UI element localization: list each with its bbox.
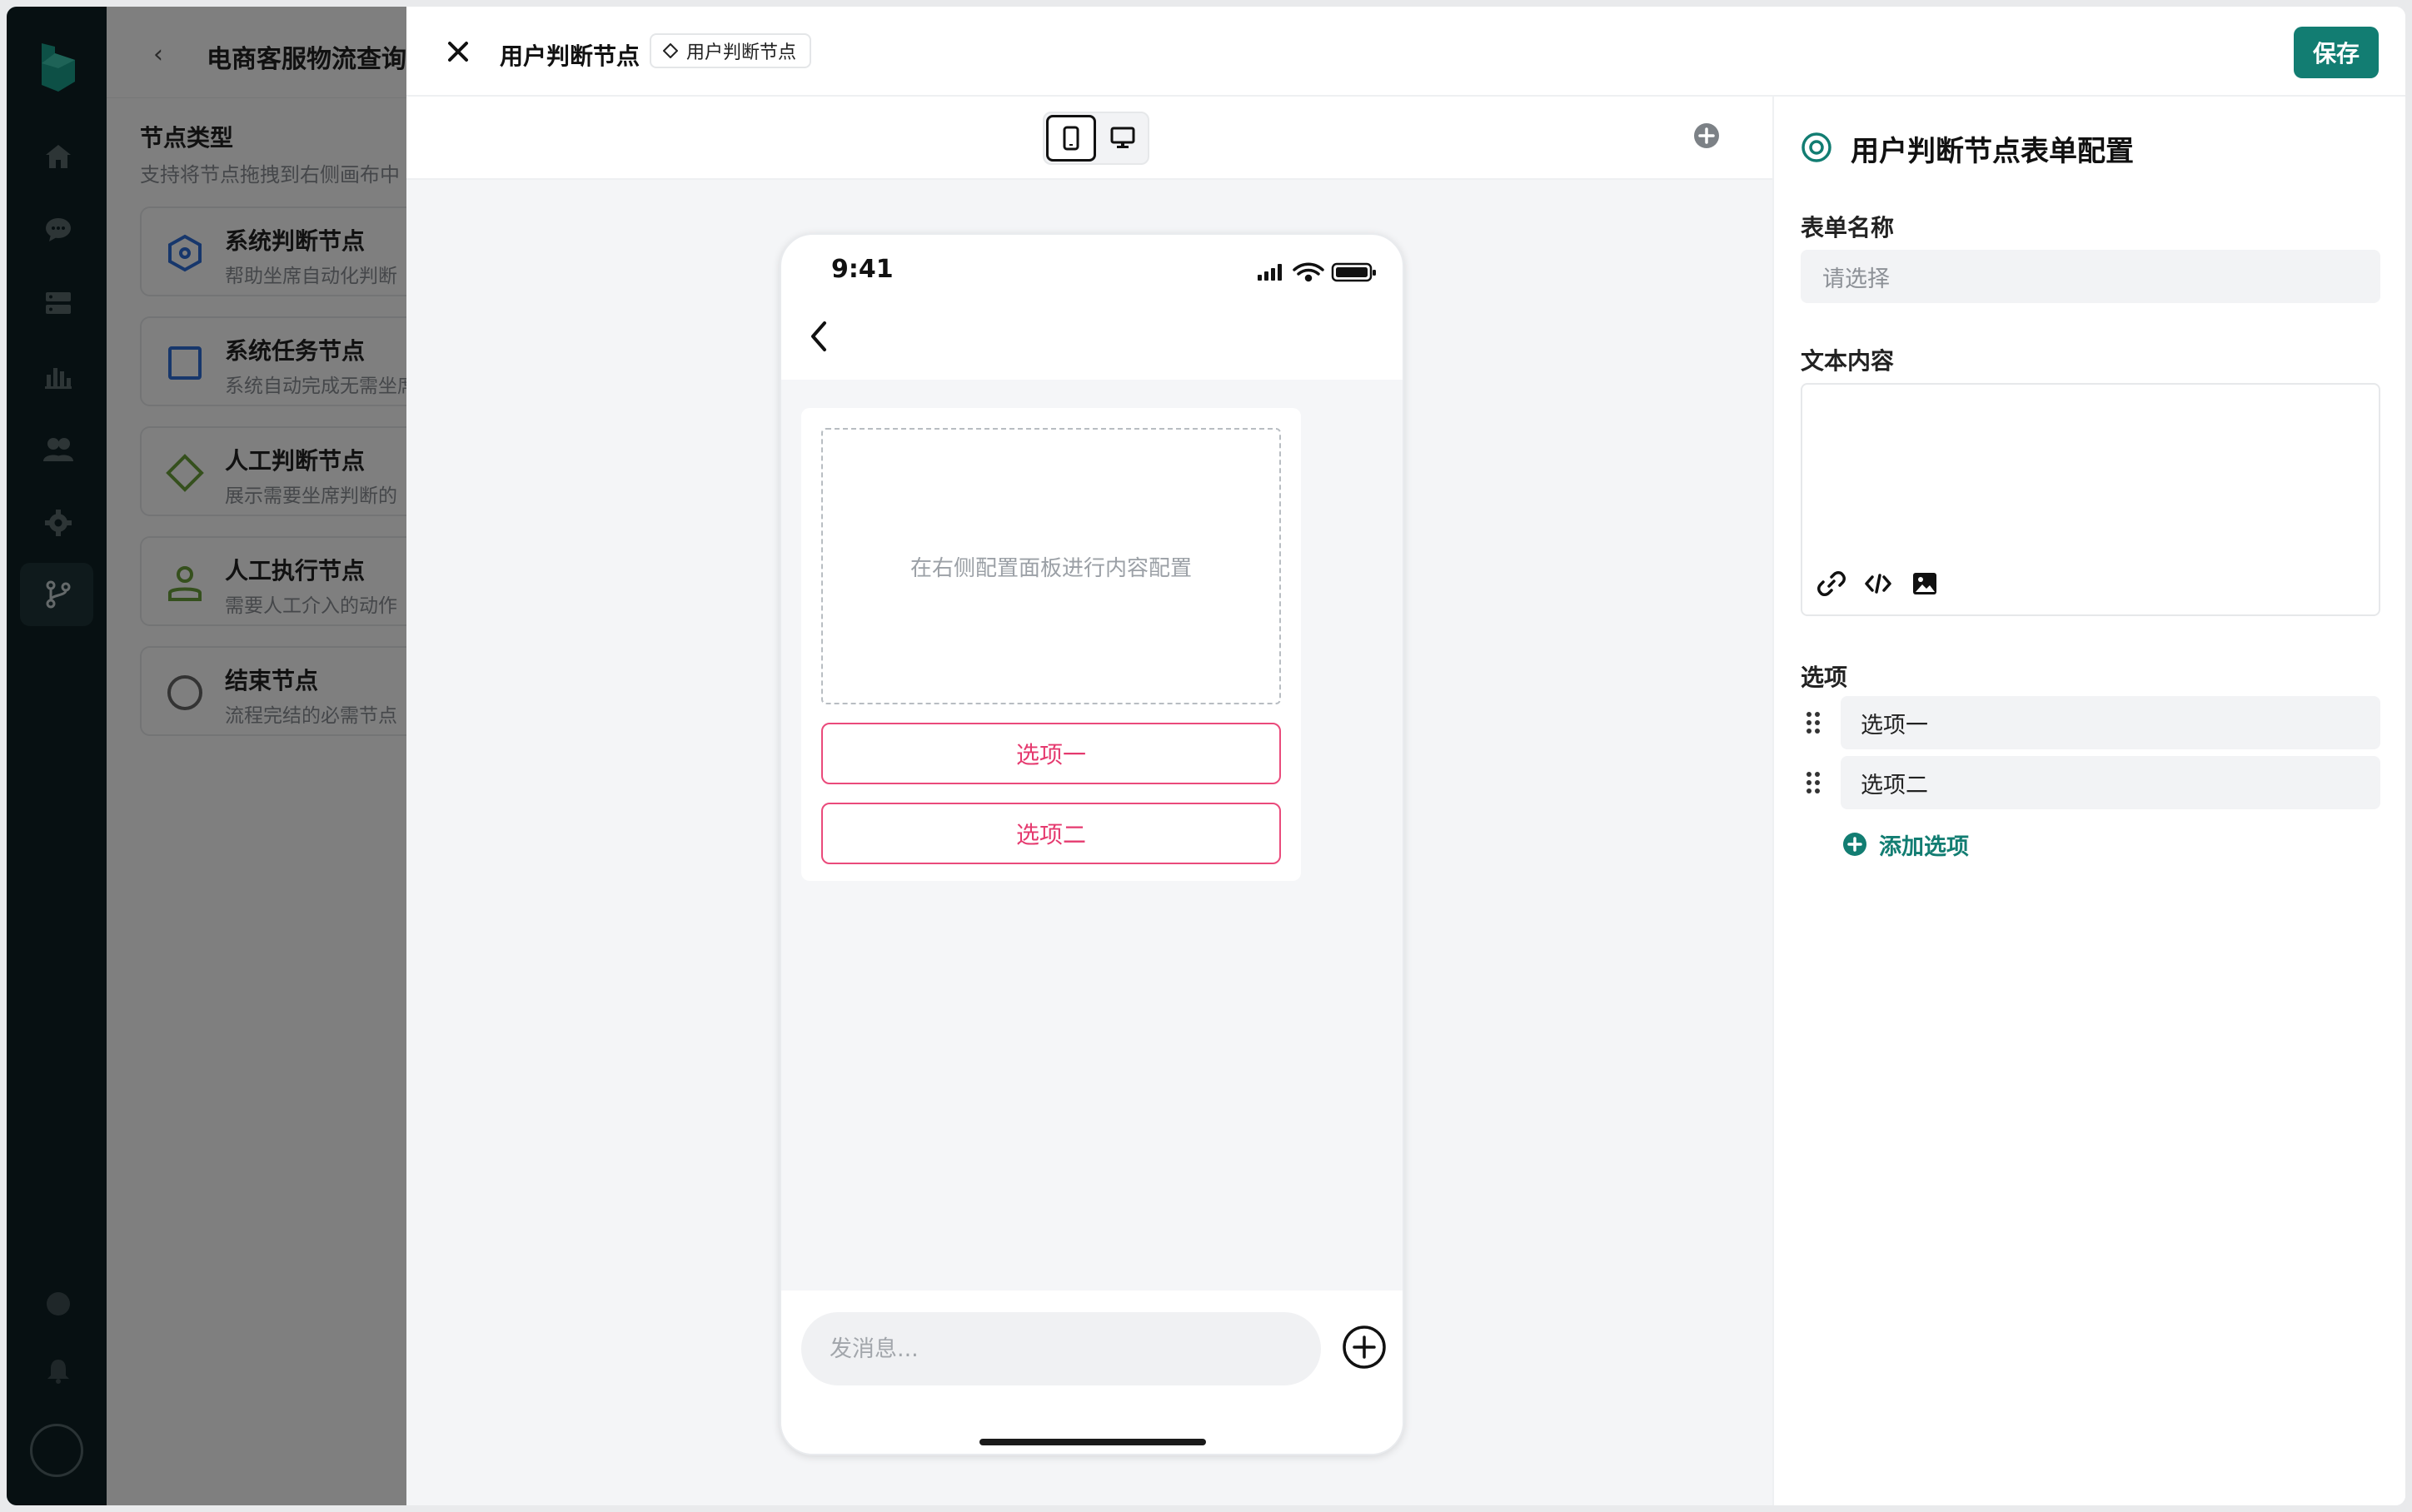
code-icon[interactable] xyxy=(1864,569,1892,598)
option-input-2[interactable] xyxy=(1841,756,2380,809)
phone-preview: 9:41 在右侧配置面板进行内容配置 选项一 选项二 xyxy=(780,233,1404,1455)
phone-back-chevron-icon[interactable] xyxy=(806,318,831,355)
close-icon[interactable] xyxy=(443,37,473,67)
options-label: 选项 xyxy=(1801,664,1848,691)
signal-icon xyxy=(1258,264,1282,281)
plus-circle-icon[interactable] xyxy=(1341,1324,1388,1370)
home-indicator xyxy=(979,1439,1206,1445)
target-circle-icon xyxy=(1802,132,1831,162)
node-type-tag-label: 用户判断节点 xyxy=(686,42,797,63)
image-icon[interactable] xyxy=(1911,569,1939,598)
battery-icon xyxy=(1331,262,1376,282)
option-button-1[interactable]: 选项一 xyxy=(821,723,1281,784)
option-input-1[interactable] xyxy=(1841,696,2380,749)
config-title: 用户判断节点表单配置 xyxy=(1851,135,2134,168)
device-toggle xyxy=(1043,112,1149,165)
form-name-select[interactable]: 请选择 xyxy=(1801,250,2380,303)
drag-handle-icon[interactable] xyxy=(1806,771,1821,794)
text-content-editor[interactable] xyxy=(1801,383,2380,616)
wifi-icon xyxy=(1293,262,1324,282)
add-option-button[interactable]: 添加选项 xyxy=(1842,828,1969,861)
app-window: ‹ 电商客服物流查询 SOP 节点类型 支持将节点拖拽到右侧画布中 系统判断节点… xyxy=(7,7,2405,1505)
modal-overlay[interactable] xyxy=(7,7,406,1505)
content-placeholder: 在右侧配置面板进行内容配置 xyxy=(821,428,1281,704)
preview-toolbar xyxy=(406,97,1772,180)
preview-canvas: 9:41 在右侧配置面板进行内容配置 选项一 选项二 xyxy=(406,97,1772,1505)
config-panel: 用户判断节点表单配置 表单名称 请选择 文本内容 选项 添加选项 xyxy=(1772,97,2405,1505)
drag-handle-icon[interactable] xyxy=(1806,711,1821,734)
mobile-view-button[interactable] xyxy=(1046,115,1096,162)
drawer-header: 用户判断节点 用户判断节点 保存 xyxy=(406,7,2405,97)
option-row xyxy=(1801,696,2380,749)
message-card: 在右侧配置面板进行内容配置 选项一 选项二 xyxy=(801,408,1301,881)
desktop-monitor-icon xyxy=(1110,127,1135,148)
drawer-title: 用户判断节点 xyxy=(500,42,640,70)
add-circle-icon[interactable] xyxy=(1692,122,1721,150)
option-button-2[interactable]: 选项二 xyxy=(821,803,1281,864)
status-time: 9:41 xyxy=(831,255,894,284)
status-bar-icons xyxy=(1258,262,1376,282)
node-type-tag: 用户判断节点 xyxy=(650,33,812,68)
plus-circle-icon xyxy=(1843,833,1866,856)
text-content-label: 文本内容 xyxy=(1801,347,1895,375)
link-icon[interactable] xyxy=(1817,569,1846,598)
chat-content: 在右侧配置面板进行内容配置 选项一 选项二 xyxy=(781,380,1403,1291)
mobile-phone-icon xyxy=(1063,126,1079,151)
message-input-bar xyxy=(781,1291,1403,1454)
form-name-label: 表单名称 xyxy=(1801,214,1895,241)
diamond-icon xyxy=(663,43,678,58)
option-row xyxy=(1801,756,2380,809)
message-input[interactable] xyxy=(801,1312,1321,1385)
desktop-view-button[interactable] xyxy=(1098,115,1148,162)
add-option-label: 添加选项 xyxy=(1879,833,1969,860)
save-button[interactable]: 保存 xyxy=(2294,27,2379,78)
node-config-drawer: 用户判断节点 用户判断节点 保存 9:41 在右侧配置面板进行内容配置 选项一 … xyxy=(406,7,2405,1505)
